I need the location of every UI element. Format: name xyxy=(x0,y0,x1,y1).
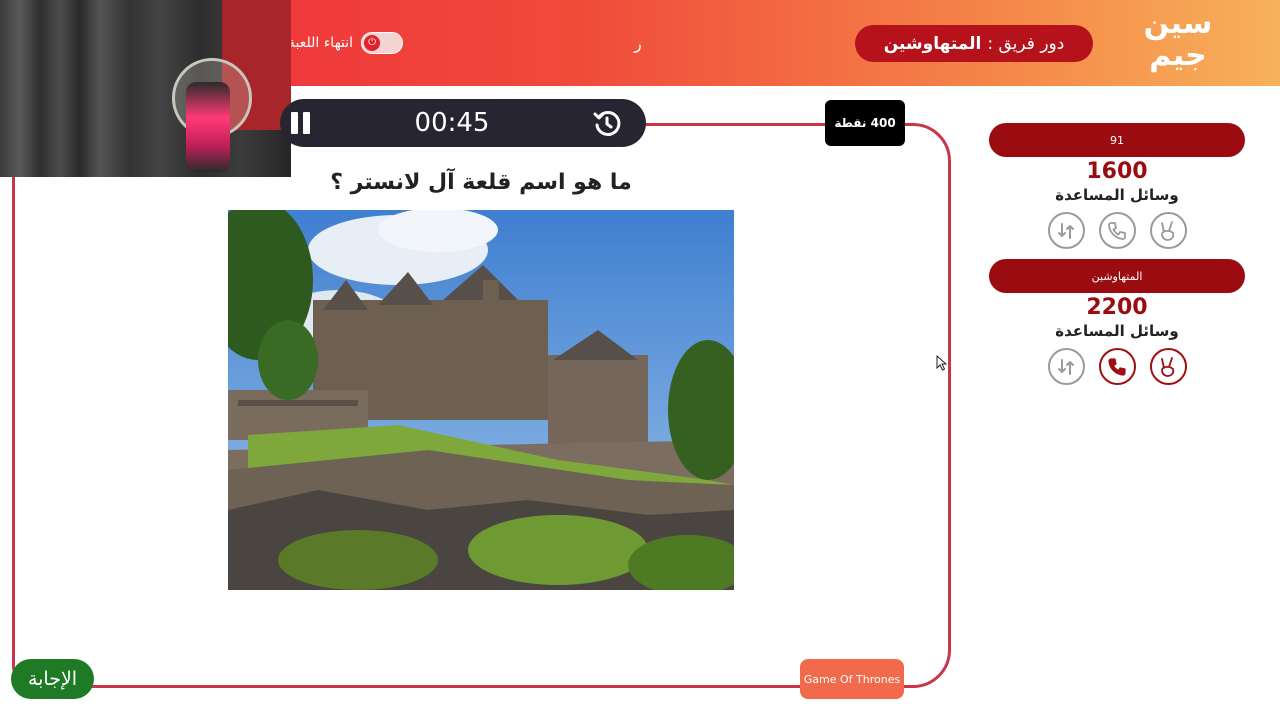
question-image xyxy=(228,210,734,590)
aids-row xyxy=(989,212,1245,249)
team-score: 1600 xyxy=(1086,159,1148,184)
timer-display: 00:45 xyxy=(414,108,490,138)
logo-line-2: جيم xyxy=(1149,38,1207,73)
peace-hand-icon[interactable] xyxy=(1149,348,1187,385)
aids-label: وسائل المساعدة xyxy=(1055,186,1179,204)
team-panel-2: المتهاوشين 2200 وسائل المساعدة xyxy=(989,259,1245,385)
app-logo: سين جيم xyxy=(1140,8,1216,78)
team-name: 91 xyxy=(989,123,1245,157)
question-text: ما هو اسم قلعة آل لانستر ؟ xyxy=(330,170,632,195)
current-turn-indicator: دور فريق : المتهاوشين xyxy=(855,25,1093,62)
pause-icon[interactable] xyxy=(290,112,312,134)
team-panel-1: 91 1600 وسائل المساعدة xyxy=(989,123,1245,249)
end-game-label: انتهاء اللعبة xyxy=(288,35,354,51)
timer-bar: 00:45 xyxy=(280,99,646,147)
turn-team-name: المتهاوشين xyxy=(883,33,982,54)
exit-icon: ⏻ xyxy=(364,35,381,51)
header-mark: ر xyxy=(634,34,642,53)
end-game-control[interactable]: ⏻ انتهاء اللعبة xyxy=(288,31,404,55)
team-score: 2200 xyxy=(1086,295,1148,320)
logo-line-1: سين xyxy=(1143,6,1213,41)
swap-icon[interactable] xyxy=(1047,348,1085,385)
webcam-overlay xyxy=(0,0,291,177)
category-tag: Game Of Thrones xyxy=(800,659,904,699)
swap-icon[interactable] xyxy=(1047,212,1085,249)
phone-icon[interactable] xyxy=(1098,348,1136,385)
phone-icon[interactable] xyxy=(1098,212,1136,249)
show-answer-button[interactable]: الإجابة xyxy=(11,659,94,699)
aids-label: وسائل المساعدة xyxy=(1055,322,1179,340)
game-screen: سين جيم دور فريق : المتهاوشين ر ⏻ انتهاء… xyxy=(0,0,1280,720)
restart-timer-icon[interactable] xyxy=(592,108,622,138)
turn-prefix: دور فريق : xyxy=(987,33,1065,54)
aids-row xyxy=(989,348,1245,385)
peace-hand-icon[interactable] xyxy=(1149,212,1187,249)
points-badge: 400 نقطة xyxy=(825,100,905,146)
end-game-toggle[interactable]: ⏻ xyxy=(361,32,404,54)
team-name: المتهاوشين xyxy=(989,259,1245,293)
mouse-cursor-icon xyxy=(936,354,948,371)
